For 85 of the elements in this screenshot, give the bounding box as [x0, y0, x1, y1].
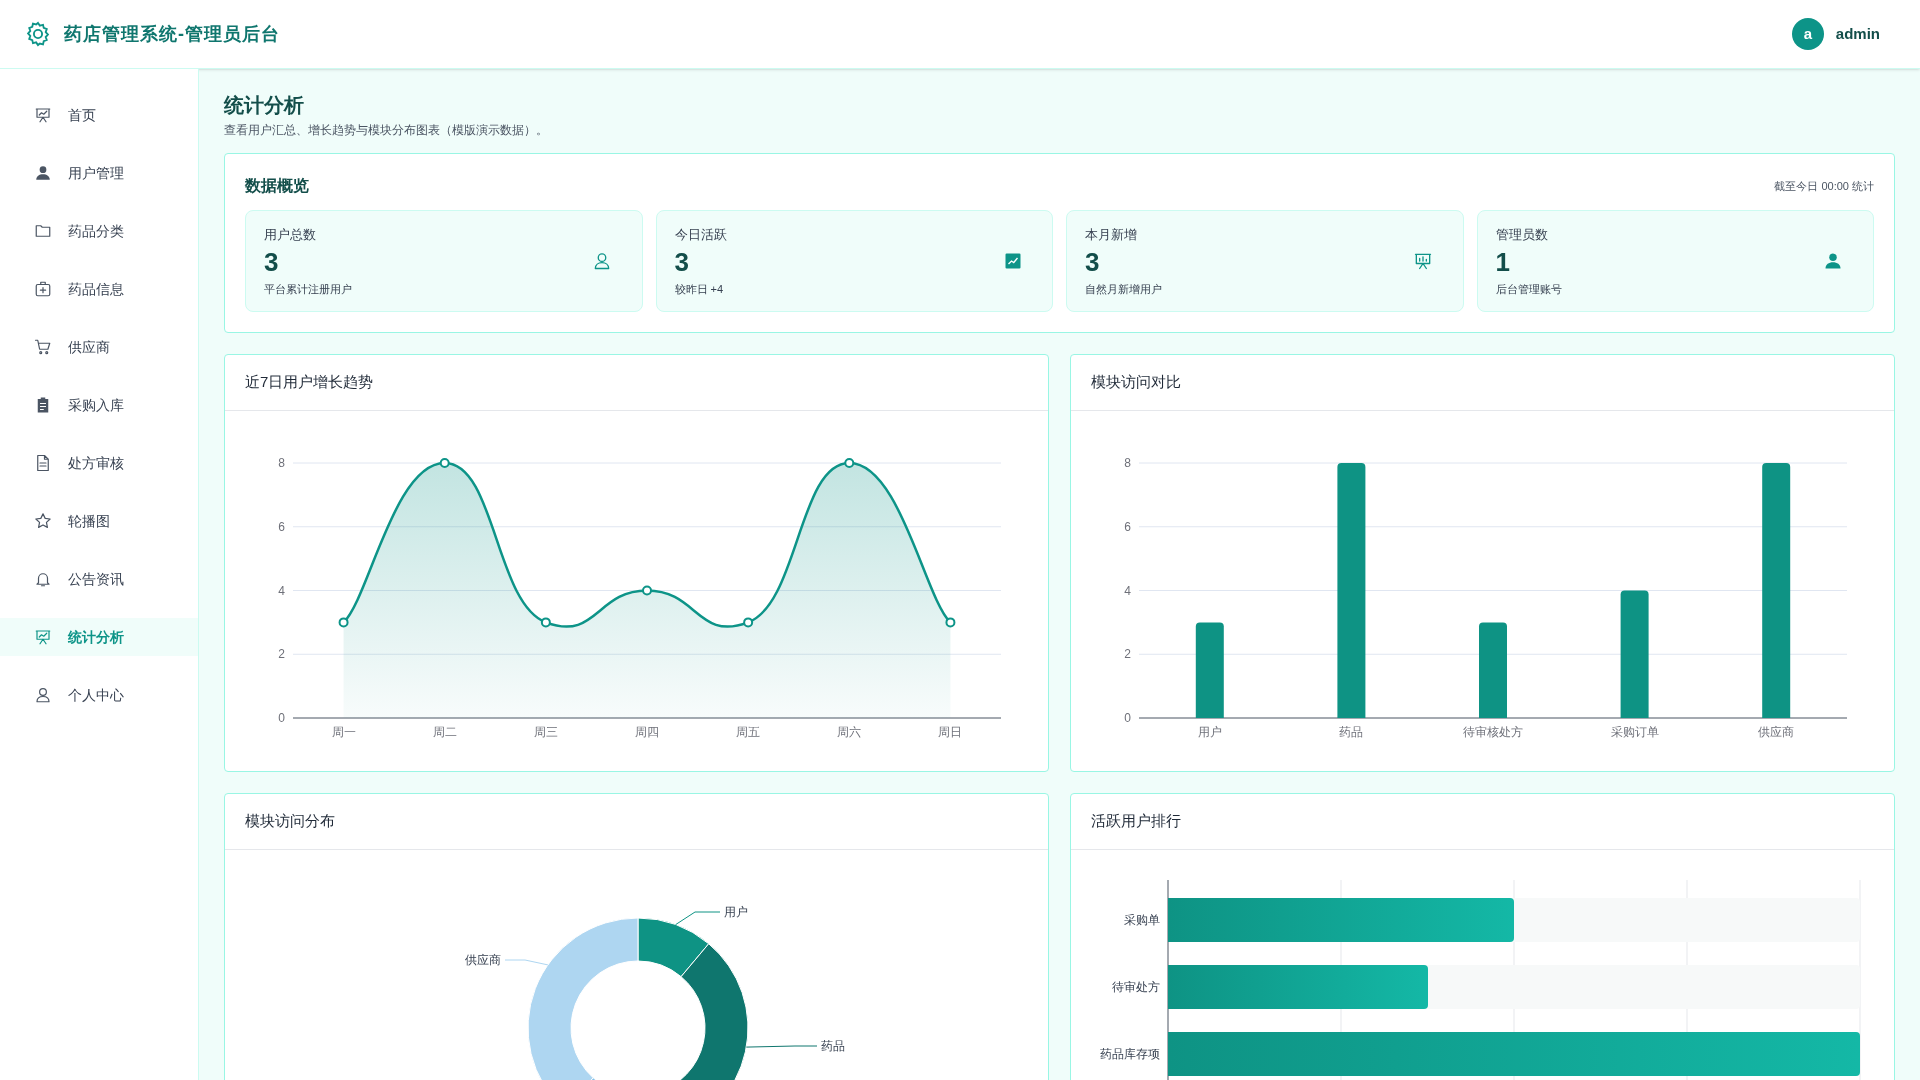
- axis-label: 周五: [736, 725, 761, 739]
- axis-label: 8: [1124, 456, 1131, 470]
- axis-label: 待审核处方: [1463, 725, 1523, 739]
- sidebar-item[interactable]: 处方审核: [0, 444, 198, 482]
- stat-value: 3: [674, 245, 690, 279]
- user-icon: [1823, 251, 1843, 271]
- slice-label: 供应商: [465, 953, 501, 967]
- axis-label: 采购订单: [1610, 725, 1659, 739]
- chart-icon: [1004, 252, 1022, 270]
- sidebar-item[interactable]: 个人中心: [0, 676, 198, 714]
- axis-label: 药品库存项: [1099, 1046, 1160, 1063]
- sidebar-item[interactable]: 采购入库: [0, 386, 198, 424]
- stat-caption: 平台累计注册用户: [264, 281, 352, 297]
- sidebar-item[interactable]: 供应商: [0, 328, 198, 366]
- sidebar-item[interactable]: 药品信息: [0, 270, 198, 308]
- axis-label: 周三: [533, 725, 558, 739]
- data-point: [743, 617, 754, 628]
- axis-label: 4: [278, 583, 285, 598]
- document-icon: [34, 454, 52, 472]
- page-title: 统计分析: [224, 93, 305, 118]
- axis-label: 2: [1124, 647, 1131, 662]
- slice-label: 用户: [724, 905, 748, 919]
- stats-note: 截至今日 00:00 统计: [1774, 178, 1874, 194]
- axis-label: 6: [1124, 519, 1131, 534]
- leader-line: [675, 911, 721, 926]
- card-title: 模块访问对比: [1091, 372, 1181, 393]
- user-icon: [34, 164, 52, 182]
- axis-label: 4: [1124, 583, 1131, 598]
- section-title: 数据概览: [245, 176, 309, 196]
- stat-label: 用户总数: [264, 226, 317, 244]
- settings-icon: [24, 20, 52, 48]
- leader-line: [504, 959, 549, 966]
- stat-caption: 自然月新增用户: [1085, 281, 1162, 297]
- axis-label: 周二: [432, 725, 457, 739]
- folder-icon: [34, 222, 52, 240]
- data-point: [844, 458, 855, 468]
- axis-label: 采购单: [1123, 912, 1160, 929]
- board-icon: [34, 106, 52, 124]
- star-icon: [34, 512, 52, 530]
- stat-label: 本月新增: [1085, 226, 1138, 244]
- medical-kit-icon: [34, 280, 52, 298]
- user-avatar[interactable]: a: [1791, 18, 1824, 50]
- axis-label: 2: [278, 647, 285, 662]
- axis-label: 周日: [938, 725, 963, 739]
- card-title: 模块访问分布: [245, 811, 335, 832]
- axis-label: 8: [278, 456, 285, 470]
- stat-value: 1: [1495, 245, 1511, 279]
- slice-label: 药品: [821, 1039, 845, 1053]
- axis-label: 周六: [837, 725, 862, 739]
- card-title: 近7日用户增长趋势: [245, 372, 374, 393]
- data-point: [945, 617, 956, 628]
- axis-label: 供应商: [1758, 725, 1795, 739]
- card-title: 活跃用户排行: [1091, 811, 1181, 832]
- sidebar-item[interactable]: 药品分类: [0, 212, 198, 250]
- stat-label: 管理员数: [1495, 226, 1549, 244]
- axis-label: 周四: [635, 725, 659, 739]
- axis-label: 药品: [1339, 725, 1364, 739]
- bell-icon: [34, 570, 52, 588]
- data-point: [540, 617, 551, 628]
- stat-label: 今日活跃: [674, 226, 727, 244]
- user-icon: [34, 686, 52, 704]
- sidebar-item[interactable]: 轮播图: [0, 502, 198, 540]
- stat-value: 3: [264, 245, 280, 279]
- sidebar-item[interactable]: 统计分析: [0, 618, 198, 656]
- sidebar-item[interactable]: 公告资讯: [0, 560, 198, 598]
- axis-label: 6: [278, 519, 285, 534]
- data-point: [338, 617, 349, 628]
- stat-caption: 后台管理账号: [1495, 281, 1562, 297]
- cart-icon: [34, 338, 52, 356]
- axis-label: 待审处方: [1111, 979, 1160, 996]
- app-title: 药店管理系统-管理员后台: [64, 22, 280, 46]
- stat-caption: 较昨日 +4: [674, 281, 725, 297]
- board-icon: [34, 628, 52, 646]
- data-point: [642, 585, 652, 596]
- data-point: [439, 458, 450, 468]
- axis-label: 0: [278, 711, 285, 725]
- axis-label: 用户: [1197, 725, 1222, 739]
- axis-label: 周一: [331, 725, 356, 739]
- stat-value: 3: [1085, 245, 1101, 279]
- sidebar-item[interactable]: 用户管理: [0, 154, 198, 192]
- board-icon: [1412, 251, 1433, 271]
- page-subtitle: 查看用户汇总、增长趋势与模块分布图表（模版演示数据）。: [224, 122, 549, 139]
- user-name[interactable]: admin: [1835, 22, 1880, 46]
- sidebar-item[interactable]: 首页: [0, 96, 198, 134]
- axis-label: 0: [1124, 711, 1131, 725]
